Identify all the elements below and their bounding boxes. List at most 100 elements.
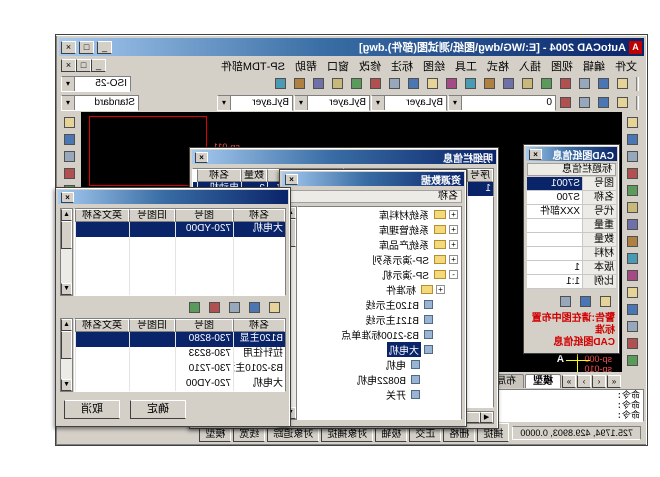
- paste-icon[interactable]: [481, 76, 499, 92]
- help-icon[interactable]: [272, 76, 290, 92]
- property-row[interactable]: 版本1: [527, 261, 616, 275]
- table-row[interactable]: B3-2010主流730-7210: [75, 362, 285, 377]
- scroll-down-icon[interactable]: ▼: [61, 283, 72, 295]
- multiline-text-icon[interactable]: [624, 352, 642, 368]
- minimize-button[interactable]: _: [97, 41, 112, 54]
- mdi-restore-button[interactable]: □: [76, 59, 91, 72]
- table-row[interactable]: [75, 237, 285, 252]
- save-icon[interactable]: [576, 76, 594, 92]
- linetype-combo[interactable]: ByLayer ▾: [294, 95, 370, 111]
- dropdown-arrow-icon[interactable]: ▾: [295, 96, 308, 110]
- table-row[interactable]: 大电机720-YD00: [75, 377, 285, 392]
- menu-item[interactable]: 格式: [482, 57, 514, 75]
- dim-style-combo[interactable]: ISO-25 ▾: [61, 76, 131, 92]
- pan-icon[interactable]: [405, 76, 423, 92]
- property-row[interactable]: 图号S7001: [527, 177, 616, 191]
- layer-properties-icon[interactable]: [614, 95, 632, 111]
- table-row[interactable]: [75, 252, 285, 267]
- plot-icon[interactable]: [557, 76, 575, 92]
- mdi-close-button[interactable]: ×: [61, 59, 76, 72]
- mdi-minimize-button[interactable]: _: [91, 59, 106, 72]
- tab-model[interactable]: 模型: [525, 374, 561, 388]
- property-row[interactable]: 代号XXX部件: [527, 205, 616, 219]
- property-row[interactable]: 材料: [527, 247, 616, 261]
- tree-item[interactable]: 开关: [298, 387, 461, 402]
- dropdown-arrow-icon[interactable]: ▾: [449, 96, 462, 110]
- dropdown-arrow-icon[interactable]: ▾: [62, 96, 75, 110]
- property-row[interactable]: 数量: [527, 233, 616, 247]
- plot-preview-icon[interactable]: [538, 76, 556, 92]
- menu-item[interactable]: 窗口: [322, 57, 354, 75]
- tab-scroll-icon[interactable]: «: [607, 375, 621, 388]
- resource-dialog-title-bar[interactable]: 资源数据 ×: [282, 172, 464, 186]
- scroll-up-icon[interactable]: ▲: [61, 209, 72, 221]
- move-up-icon[interactable]: [226, 299, 244, 315]
- ellipse-icon[interactable]: [624, 267, 642, 283]
- tool-palettes-icon[interactable]: [291, 76, 309, 92]
- polygon-icon[interactable]: [624, 165, 642, 181]
- menu-item[interactable]: 绘图: [418, 57, 450, 75]
- lineweight-combo[interactable]: ByLayer ▾: [217, 95, 293, 111]
- table-row[interactable]: B120主显730-8280: [75, 332, 285, 347]
- revision-cloud-icon[interactable]: [624, 233, 642, 249]
- make-layer-current-icon[interactable]: [576, 95, 594, 111]
- construction-line-icon[interactable]: [624, 131, 642, 147]
- insert-block-icon[interactable]: [624, 284, 642, 300]
- confirm-item-icon[interactable]: [206, 299, 224, 315]
- arc-icon[interactable]: [624, 199, 642, 215]
- scroll-track[interactable]: [61, 249, 72, 283]
- open-icon[interactable]: [595, 76, 613, 92]
- zoom-previous-icon[interactable]: [348, 76, 366, 92]
- tree-item[interactable]: -SP-演示机: [298, 267, 461, 282]
- menu-item[interactable]: 插入: [514, 57, 546, 75]
- tree-item[interactable]: B120主示线: [298, 297, 461, 312]
- collapse-icon[interactable]: -: [449, 270, 458, 279]
- mirror-icon[interactable]: [61, 148, 79, 164]
- scrollbar-thumb[interactable]: [61, 331, 72, 359]
- layer-combo[interactable]: 0 ▾: [448, 95, 556, 111]
- expand-icon[interactable]: +: [449, 255, 458, 264]
- detail-dialog-title-bar[interactable]: 明细栏信息 ×: [192, 150, 496, 164]
- title-bar[interactable]: A AutoCAD 2004 - [E:\WG\dwg\图纸\测试图(部件).d…: [59, 38, 644, 56]
- vertical-scrollbar[interactable]: ▲ ▼: [60, 208, 73, 296]
- close-icon[interactable]: ×: [285, 174, 298, 185]
- property-row[interactable]: 比例1:1: [527, 275, 616, 289]
- make-block-icon[interactable]: [624, 301, 642, 317]
- add-item-icon[interactable]: [266, 299, 284, 315]
- edit-icon[interactable]: [577, 293, 595, 309]
- toolbar-grip[interactable]: [636, 77, 639, 91]
- expand-icon[interactable]: +: [449, 210, 458, 219]
- cancel-button[interactable]: 取消: [64, 400, 120, 419]
- tree-item[interactable]: B0822电机: [298, 372, 461, 387]
- menu-item[interactable]: 视图: [546, 57, 578, 75]
- scrollbar-thumb[interactable]: [61, 221, 72, 249]
- properties-icon[interactable]: [329, 76, 347, 92]
- restore-button[interactable]: □: [79, 41, 94, 54]
- scroll-up-icon[interactable]: ▲: [61, 319, 72, 331]
- menu-item[interactable]: 工具: [450, 57, 482, 75]
- table-row[interactable]: [75, 267, 285, 282]
- polyline-icon[interactable]: [624, 148, 642, 164]
- scroll-track[interactable]: [61, 359, 72, 379]
- line-icon[interactable]: [624, 114, 642, 130]
- menu-item[interactable]: SP-TDM部件: [216, 57, 290, 75]
- new-icon[interactable]: [614, 76, 632, 92]
- apply-icon[interactable]: [597, 293, 615, 309]
- vertical-scrollbar[interactable]: ▲ ▼: [60, 318, 73, 392]
- scroll-down-icon[interactable]: ▼: [61, 379, 72, 391]
- property-row[interactable]: 名称S700: [527, 191, 616, 205]
- menu-item[interactable]: 编辑: [578, 57, 610, 75]
- info-palette-title-bar[interactable]: CAD图纸信息 ×: [526, 147, 617, 161]
- menu-item[interactable]: 标注: [386, 57, 418, 75]
- tree-item[interactable]: B3-2100标准单点: [298, 327, 461, 342]
- tab-scroll-icon[interactable]: ›: [577, 375, 591, 388]
- tab-scroll-icon[interactable]: »: [562, 375, 576, 388]
- copy-object-icon[interactable]: [61, 131, 79, 147]
- undo-icon[interactable]: [443, 76, 461, 92]
- refresh-list-icon[interactable]: [246, 299, 264, 315]
- menu-item[interactable]: 帮助: [290, 57, 322, 75]
- table-row[interactable]: [75, 282, 285, 296]
- close-icon[interactable]: ×: [195, 152, 208, 163]
- rectangle-icon[interactable]: [624, 182, 642, 198]
- dropdown-arrow-icon[interactable]: ▾: [372, 96, 385, 110]
